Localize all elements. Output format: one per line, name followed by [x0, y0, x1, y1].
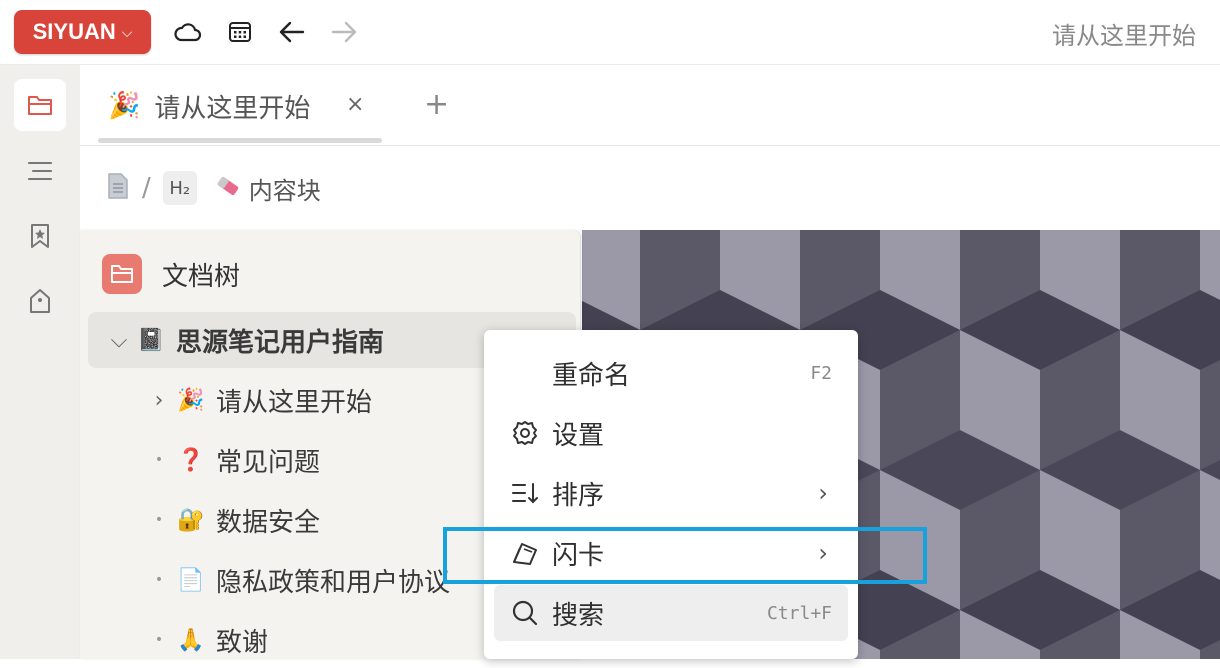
- document-icon[interactable]: [106, 172, 130, 204]
- brand-label: SIYUAN: [32, 19, 116, 44]
- folder-icon: [102, 254, 142, 294]
- breadcrumb-block-label[interactable]: 内容块: [249, 171, 321, 206]
- breadcrumb-separator: /: [142, 173, 151, 203]
- context-menu: 重命名 F2 设置 排序 › 闪卡 › 搜索 Ctrl+F: [484, 330, 858, 659]
- chevron-right-icon: ›: [818, 479, 828, 507]
- back-arrow-icon[interactable]: [276, 16, 308, 48]
- chevron-down-icon[interactable]: ⌵: [104, 328, 134, 353]
- chevron-right-icon[interactable]: ›: [144, 388, 174, 413]
- add-tab-button[interactable]: +: [424, 87, 449, 122]
- menu-item-label: 排序: [552, 480, 605, 511]
- doc-label: 数据安全: [216, 507, 321, 538]
- gear-icon: [506, 419, 544, 447]
- notebook-icon: 📓: [137, 327, 165, 353]
- close-icon[interactable]: ×: [346, 92, 364, 117]
- highlight-box: [443, 527, 927, 584]
- menu-item-label: 设置: [552, 420, 605, 451]
- left-dock: [0, 65, 80, 659]
- tab-label: 请从这里开始: [154, 93, 311, 124]
- menu-item-rename[interactable]: 重命名 F2: [494, 345, 848, 401]
- doc-label: 致谢: [216, 627, 269, 658]
- menu-item-label: 重命名: [552, 360, 631, 391]
- bullet-dot: •: [154, 512, 164, 528]
- breadcrumb: / H₂ 内容块: [80, 146, 1220, 230]
- bullet-dot: •: [154, 632, 164, 648]
- file-tree-title: 文档树: [162, 261, 241, 292]
- file-tree-icon[interactable]: [14, 79, 66, 131]
- cloud-icon[interactable]: [172, 16, 204, 48]
- lock-icon: 🔐: [177, 507, 205, 533]
- tab-bar: 🎉 请从这里开始 × +: [80, 65, 1220, 146]
- forward-arrow-icon[interactable]: [328, 16, 360, 48]
- doc-label: 请从这里开始: [216, 387, 373, 418]
- menu-item-sort[interactable]: 排序 ›: [494, 465, 848, 521]
- menu-item-search[interactable]: 搜索 Ctrl+F: [494, 585, 848, 641]
- question-mark-icon: ❓: [177, 447, 205, 473]
- notebook-label: 思源笔记用户指南: [176, 327, 385, 358]
- workspace-menu-button[interactable]: SIYUAN ⌵: [14, 10, 151, 54]
- party-popper-icon: 🎉: [177, 387, 205, 413]
- calendar-icon[interactable]: [224, 16, 256, 48]
- search-icon: [506, 599, 544, 627]
- shortcut-label: F2: [810, 362, 832, 384]
- top-toolbar: SIYUAN ⌵ 请从这里开始: [0, 0, 1220, 65]
- doc-label: 常见问题: [216, 447, 321, 478]
- tag-icon[interactable]: [14, 275, 66, 327]
- doc-label: 隐私政策和用户协议: [216, 567, 451, 598]
- chevron-down-icon: ⌵: [121, 23, 133, 40]
- bullet-dot: •: [154, 452, 164, 468]
- menu-item-settings[interactable]: 设置: [494, 405, 848, 461]
- shortcut-label: Ctrl+F: [766, 602, 832, 624]
- tab-start-here[interactable]: 🎉 请从这里开始 ×: [98, 77, 382, 135]
- active-tab-indicator: [98, 138, 382, 143]
- outline-icon[interactable]: [14, 145, 66, 197]
- heading-badge[interactable]: H₂: [162, 171, 197, 205]
- thanks-icon: 🙏: [177, 627, 205, 653]
- party-popper-icon: 🎉: [108, 91, 141, 121]
- menu-item-label: 搜索: [552, 600, 605, 631]
- file-tree-header: 文档树: [102, 254, 240, 294]
- document-title: 请从这里开始: [1052, 22, 1196, 50]
- document-icon: 📄: [177, 567, 205, 593]
- bookmark-icon[interactable]: [14, 210, 66, 262]
- sort-icon: [506, 481, 544, 505]
- eraser-icon: [215, 175, 241, 201]
- bullet-dot: •: [154, 572, 164, 588]
